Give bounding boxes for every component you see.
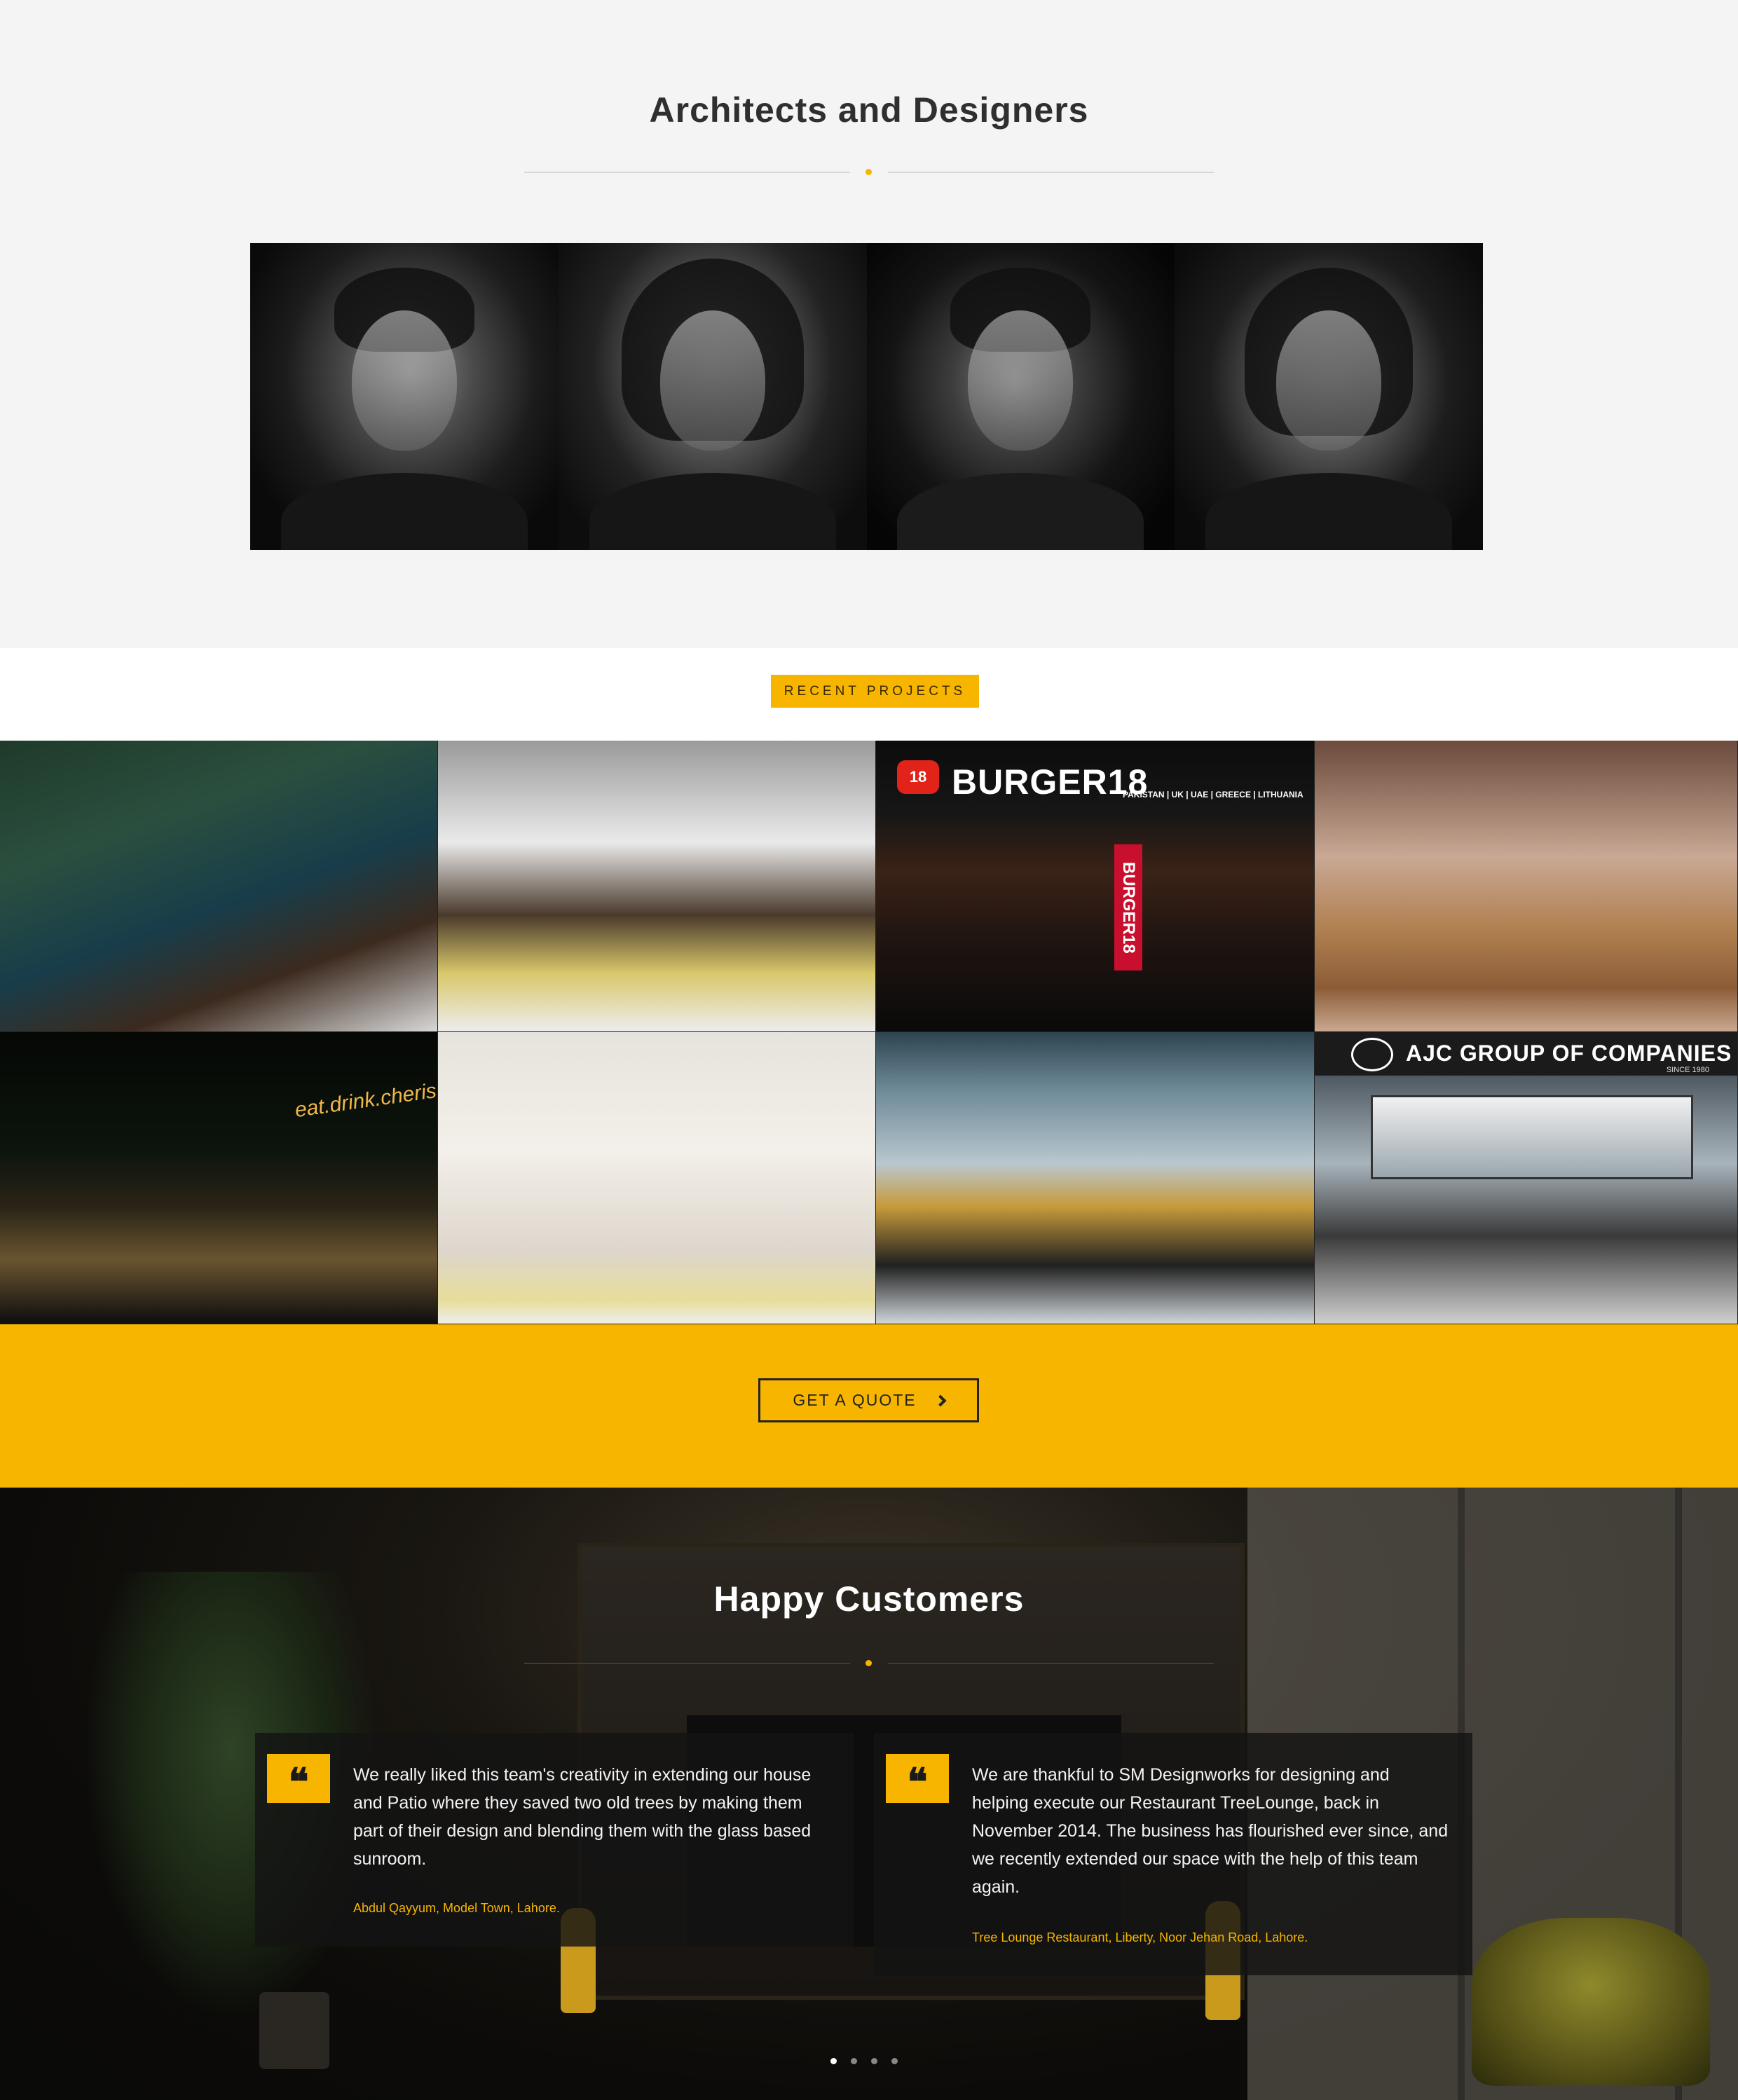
section-title: Happy Customers	[713, 1579, 1025, 1619]
testimonial-pager	[830, 2058, 898, 2064]
burger18-countries: PAKISTAN | UK | UAE | GREECE | LITHUANIA	[1123, 790, 1304, 799]
ajc-emblem-icon	[1351, 1038, 1393, 1071]
get-a-quote-button[interactable]: GET A QUOTE	[758, 1378, 979, 1422]
portrait-face	[351, 310, 457, 451]
pager-dot[interactable]	[871, 2058, 877, 2064]
portrait-shoulders	[280, 473, 528, 550]
team-portrait[interactable]	[558, 243, 867, 550]
burger18-vertical-sign: BURGER18	[1114, 844, 1142, 970]
portrait-shoulders	[1205, 473, 1453, 550]
project-tile-kitchen[interactable]	[438, 741, 876, 1032]
portrait-face	[968, 310, 1074, 451]
portrait-face	[659, 310, 765, 451]
ajc-billboard	[1371, 1095, 1693, 1179]
project-tile-ajc[interactable]: AJC GROUP OF COMPANIES SINCE 1980	[1315, 1032, 1738, 1324]
title-divider-right	[888, 1663, 1214, 1664]
project-tile-burger18[interactable]: 18 BURGER18 PAKISTAN | UK | UAE | GREECE…	[876, 741, 1315, 1032]
title-divider-left	[524, 1663, 850, 1664]
burger18-name: BURGER18	[952, 762, 1149, 802]
background-chair	[1472, 1918, 1710, 2086]
testimonial-text: We are thankful to SM Designworks for de…	[972, 1765, 1449, 1897]
ajc-since: SINCE 1980	[1666, 1066, 1709, 1074]
projects-grid: 18 BURGER18 PAKISTAN | UK | UAE | GREECE…	[0, 741, 1738, 1324]
project-tile-lounge[interactable]	[1315, 741, 1738, 1032]
recent-projects-section: RECENT PROJECTS 18 BURGER18 PAKISTAN | U…	[0, 648, 1738, 1324]
portrait-shoulders	[897, 473, 1144, 550]
burger18-logo: 18	[897, 760, 939, 794]
happy-customers-section: Happy Customers ❝ We really liked this t…	[0, 1488, 1738, 2100]
pager-dot[interactable]	[830, 2058, 837, 2064]
background-pot	[259, 1992, 329, 2069]
title-divider-left	[524, 172, 850, 173]
get-a-quote-label: GET A QUOTE	[793, 1391, 917, 1409]
portrait-face	[1276, 310, 1382, 451]
quote-icon: ❝	[886, 1754, 949, 1804]
restaurant-sign: eat.drink.cherish	[293, 1077, 438, 1123]
project-tile-wardrobe[interactable]	[438, 1032, 876, 1324]
pager-dot[interactable]	[891, 2058, 898, 2064]
testimonial-card: ❝ We really liked this team's creativity…	[255, 1733, 854, 1947]
architects-section: Architects and Designers	[0, 0, 1738, 648]
title-divider-dot	[865, 169, 872, 175]
project-tile-office[interactable]	[876, 1032, 1315, 1324]
team-portrait[interactable]	[866, 243, 1175, 550]
portrait-shoulders	[589, 473, 836, 550]
recent-projects-badge: RECENT PROJECTS	[771, 675, 979, 708]
section-title: Architects and Designers	[649, 90, 1089, 130]
team-portrait[interactable]	[1175, 243, 1483, 550]
ajc-name: AJC GROUP OF COMPANIES	[1406, 1041, 1732, 1066]
testimonial-text: We really liked this team's creativity i…	[353, 1765, 812, 1869]
project-tile-restaurant-exterior[interactable]: eat.drink.cherish	[0, 1032, 438, 1324]
quote-band: GET A QUOTE	[0, 1324, 1738, 1488]
title-divider-dot	[865, 1660, 872, 1666]
title-divider-right	[888, 172, 1214, 173]
team-portrait[interactable]	[250, 243, 559, 550]
team-portraits	[250, 243, 1483, 550]
quote-icon: ❝	[267, 1754, 330, 1804]
chevron-right-icon	[934, 1394, 947, 1406]
testimonial-card: ❝ We are thankful to SM Designworks for …	[874, 1733, 1472, 1975]
pager-dot[interactable]	[851, 2058, 857, 2064]
project-tile-living-room[interactable]	[0, 741, 438, 1032]
testimonial-author: Abdul Qayyum, Model Town, Lahore.	[353, 1901, 560, 1915]
testimonial-author: Tree Lounge Restaurant, Liberty, Noor Je…	[972, 1930, 1308, 1944]
